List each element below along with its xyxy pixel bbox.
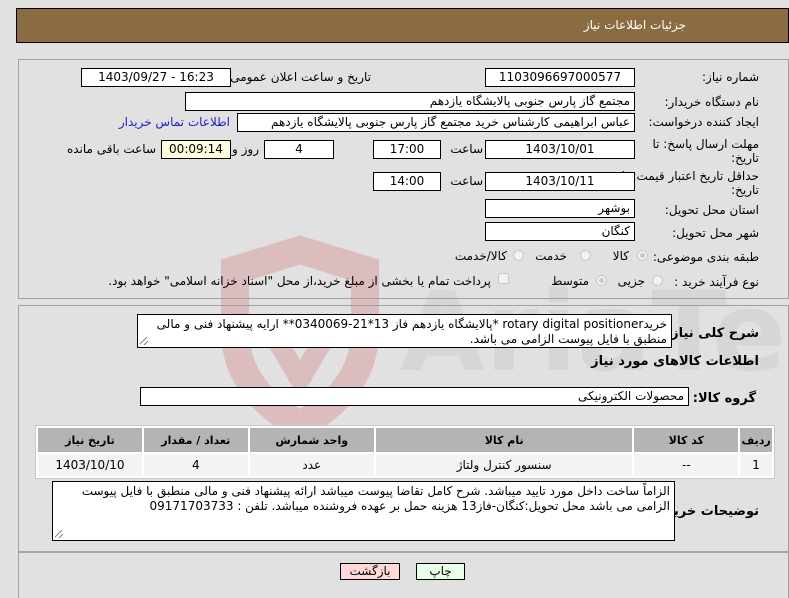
category-radio-goods[interactable] — [637, 250, 648, 261]
back-button[interactable]: بازگشت — [340, 563, 400, 580]
remaining-label: ساعت باقی مانده — [66, 142, 156, 156]
province-label: استان محل تحویل: — [664, 203, 759, 217]
resize-grip-icon[interactable] — [55, 530, 63, 538]
need-number-label: شماره نیاز: — [702, 70, 759, 84]
goods-group-label: گروه کالا: — [692, 391, 756, 406]
col-name: نام کالا — [375, 428, 633, 452]
buyer-notes-textarea[interactable]: الزاماً ساخت داخل مورد تایید میباشد. شرح… — [52, 481, 675, 541]
category-option-goods-service: کالا/خدمت — [454, 249, 507, 263]
col-quantity: تعداد / مقدار — [143, 428, 248, 452]
reply-time-field[interactable]: 17:00 — [373, 140, 441, 159]
price-validity-time-label: ساعت — [450, 174, 483, 188]
process-radio-medium[interactable] — [596, 275, 607, 286]
buyer-org-field[interactable]: مجتمع گاز پارس جنوبی پالایشگاه یازدهم — [185, 92, 635, 111]
cell-need-date: 1403/10/10 — [38, 454, 142, 476]
buyer-contact-link[interactable]: اطلاعات تماس خریدار — [119, 115, 230, 129]
reply-deadline-label: مهلت ارسال پاسخ: تا تاریخ: — [652, 137, 759, 165]
cell-name: سنسور کنترل ولتاژ — [375, 454, 633, 476]
goods-section-title: اطلاعات کالاهای مورد نیاز — [591, 354, 759, 369]
buyer-org-label: نام دستگاه خریدار: — [664, 95, 760, 109]
reply-date-field[interactable]: 1403/10/01 — [485, 140, 635, 159]
province-field[interactable]: بوشهر — [485, 199, 635, 218]
cell-unit: عدد — [249, 454, 374, 476]
price-validity-date-field[interactable]: 1403/10/11 — [485, 172, 635, 191]
price-validity-time-field[interactable]: 14:00 — [373, 172, 441, 191]
category-radio-service[interactable] — [580, 250, 591, 261]
need-number-field[interactable]: 1103096697000577 — [485, 68, 635, 87]
cell-code: -- — [634, 454, 739, 476]
category-option-service: خدمت — [535, 249, 567, 263]
remaining-time-field: 00:09:14 — [161, 140, 231, 159]
goods-group-field[interactable]: محصولات الکترونیکی — [140, 387, 689, 406]
cell-quantity: 4 — [143, 454, 248, 476]
announce-datetime-field[interactable]: 1403/09/27 - 16:23 — [81, 68, 231, 87]
page-title: جزئیات اطلاعات نیاز — [583, 18, 686, 32]
reply-time-label: ساعت — [450, 142, 483, 156]
table-row: 1 -- سنسور کنترل ولتاژ عدد 4 1403/10/10 — [38, 454, 772, 476]
page-header: جزئیات اطلاعات نیاز — [16, 8, 789, 43]
col-code: کد کالا — [634, 428, 739, 452]
process-radio-minor[interactable] — [652, 275, 663, 286]
process-option-minor: جزیی — [617, 274, 645, 288]
cell-row: 1 — [740, 454, 772, 476]
col-row: ردیف — [740, 428, 772, 452]
resize-grip-icon[interactable] — [140, 337, 148, 345]
process-option-medium: متوسط — [551, 274, 589, 288]
treasury-payment-checkbox[interactable] — [498, 273, 509, 284]
description-label: شرح کلی نیاز: — [665, 326, 759, 341]
description-textarea[interactable]: خریدrotary digital positioner *پالایشگاه… — [137, 314, 672, 348]
process-label: نوع فرآیند خرید : — [674, 275, 759, 289]
creator-field[interactable]: عباس ابراهیمی کارشناس خرید مجتمع گاز پار… — [237, 113, 635, 132]
footer-divider — [18, 551, 789, 553]
city-label: شهر محل تحویل: — [672, 226, 759, 240]
city-field[interactable]: کنگان — [485, 222, 635, 241]
announce-label: تاریخ و ساعت اعلان عمومی: — [226, 70, 371, 84]
print-button[interactable]: چاپ — [416, 563, 465, 580]
category-radio-goods-service[interactable] — [513, 250, 524, 261]
buyer-notes-text: الزاماً ساخت داخل مورد تایید میباشد. شرح… — [81, 484, 670, 513]
description-text: خریدrotary digital positioner *پالایشگاه… — [156, 317, 667, 346]
payment-note: پرداخت تمام یا بخشی از مبلغ خرید،از محل … — [108, 274, 491, 288]
col-unit: واحد شمارش — [249, 428, 374, 452]
days-field[interactable]: 4 — [264, 140, 334, 159]
goods-table-header: ردیف کد کالا نام کالا واحد شمارش تعداد /… — [38, 428, 772, 452]
goods-table: ردیف کد کالا نام کالا واحد شمارش تعداد /… — [35, 425, 775, 479]
category-label: طبقه بندی موضوعی: — [652, 250, 759, 264]
days-label: روز و — [232, 142, 259, 156]
category-option-goods: کالا — [612, 249, 629, 263]
col-need-date: تاریخ نیاز — [38, 428, 142, 452]
creator-label: ایجاد کننده درخواست: — [648, 115, 759, 129]
